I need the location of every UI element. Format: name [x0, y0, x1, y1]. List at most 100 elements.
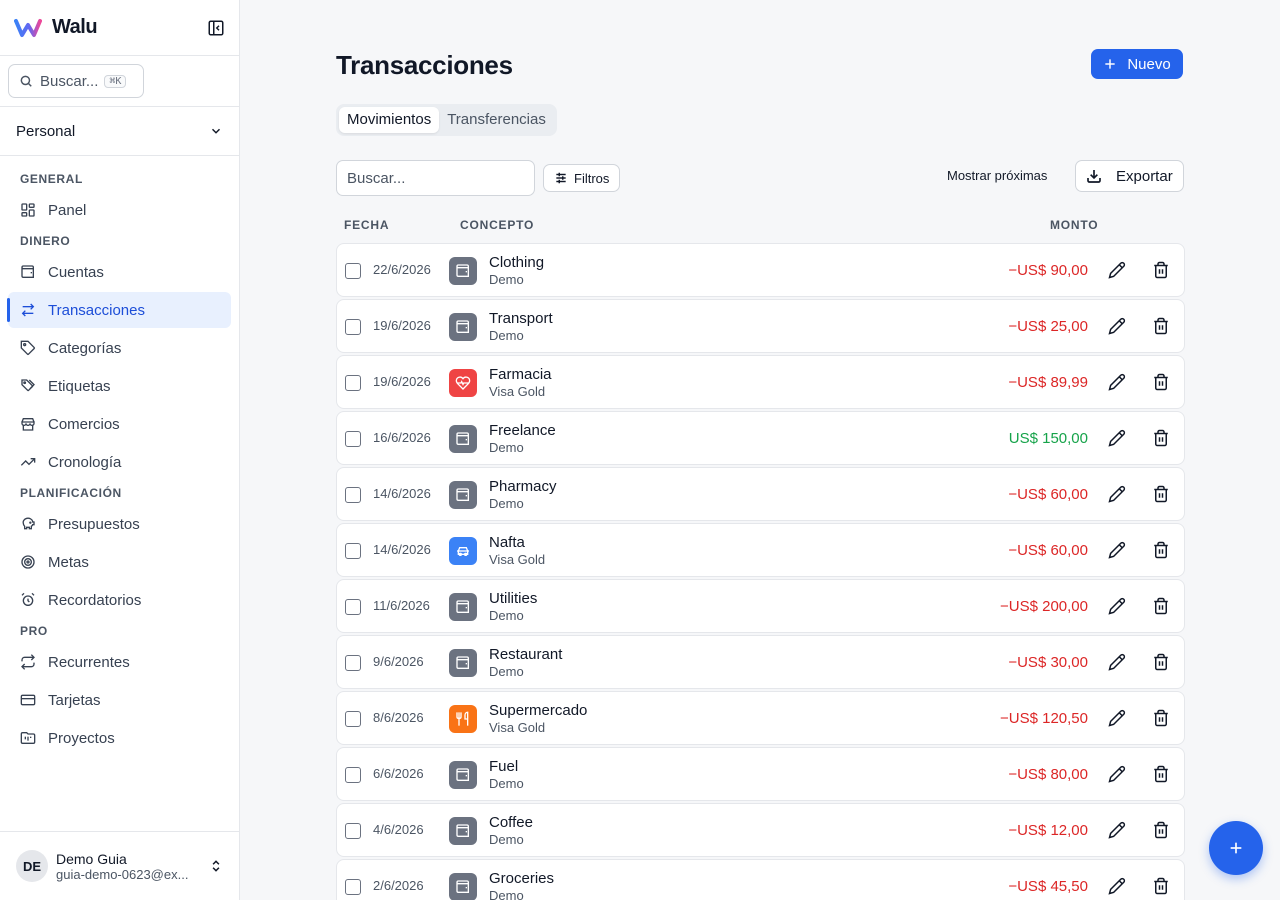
sidebar-item-panel[interactable]: Panel — [8, 192, 231, 228]
delete-button[interactable] — [1152, 877, 1170, 895]
workspace-selector[interactable]: Personal — [0, 107, 239, 156]
table-row[interactable]: 19/6/2026 Farmacia Visa Gold −US$ 89,99 — [336, 355, 1185, 409]
delete-button[interactable] — [1152, 373, 1170, 391]
sidebar-item-proyectos[interactable]: Proyectos — [8, 720, 231, 756]
category-badge — [449, 817, 477, 845]
row-checkbox[interactable] — [345, 655, 361, 671]
user-menu[interactable]: DE Demo Guia guia-demo-0623@ex... — [0, 831, 239, 900]
delete-button[interactable] — [1152, 317, 1170, 335]
table-row[interactable]: 19/6/2026 Transport Demo −US$ 25,00 — [336, 299, 1185, 353]
show-upcoming-toggle[interactable]: Mostrar próximas — [947, 168, 1047, 183]
sidebar-collapse-icon[interactable] — [207, 19, 225, 37]
user-name: Demo Guia — [56, 850, 127, 867]
sidebar-item-presupuestos[interactable]: Presupuestos — [8, 506, 231, 542]
table-row[interactable]: 14/6/2026 Nafta Visa Gold −US$ 60,00 — [336, 523, 1185, 577]
table-row[interactable]: 11/6/2026 Utilities Demo −US$ 200,00 — [336, 579, 1185, 633]
nav-section-dinero: DINERO — [20, 234, 71, 248]
row-date: 8/6/2026 — [373, 710, 424, 725]
wallet-icon — [456, 432, 469, 445]
edit-button[interactable] — [1108, 653, 1126, 671]
edit-button[interactable] — [1108, 597, 1126, 615]
layout-dashboard-icon — [21, 203, 35, 217]
category-badge — [449, 313, 477, 341]
delete-button[interactable] — [1152, 821, 1170, 839]
edit-button[interactable] — [1108, 317, 1126, 335]
sidebar-item-transacciones[interactable]: Transacciones — [7, 292, 231, 328]
sidebar-search-button[interactable]: Buscar... ⌘K — [8, 64, 144, 98]
quick-add-fab[interactable] — [1209, 821, 1263, 875]
edit-button[interactable] — [1108, 261, 1126, 279]
sidebar-item-label: Transacciones — [48, 301, 145, 319]
table-row[interactable]: 16/6/2026 Freelance Demo US$ 150,00 — [336, 411, 1185, 465]
row-checkbox[interactable] — [345, 487, 361, 503]
sidebar-item-metas[interactable]: Metas — [8, 544, 231, 580]
target-icon — [21, 555, 35, 569]
table-row[interactable]: 8/6/2026 Supermercado Visa Gold −US$ 120,50 — [336, 691, 1185, 745]
edit-button[interactable] — [1108, 877, 1126, 895]
table-row[interactable]: 14/6/2026 Pharmacy Demo −US$ 60,00 — [336, 467, 1185, 521]
edit-button[interactable] — [1108, 821, 1126, 839]
row-checkbox[interactable] — [345, 711, 361, 727]
wallet-icon — [456, 600, 469, 613]
wallet-icon — [456, 880, 469, 893]
row-checkbox[interactable] — [345, 767, 361, 783]
edit-button[interactable] — [1108, 429, 1126, 447]
delete-button[interactable] — [1152, 541, 1170, 559]
sidebar-item-recordatorios[interactable]: Recordatorios — [8, 582, 231, 618]
column-header-concept[interactable]: CONCEPTO — [460, 218, 534, 232]
edit-button[interactable] — [1108, 541, 1126, 559]
sidebar-item-cronologia[interactable]: Cronología — [8, 444, 231, 480]
table-row[interactable]: 9/6/2026 Restaurant Demo −US$ 30,00 — [336, 635, 1185, 689]
row-checkbox[interactable] — [345, 319, 361, 335]
row-amount: −US$ 90,00 — [1008, 262, 1088, 279]
filters-button[interactable]: Filtros — [543, 164, 621, 192]
sidebar-item-recurrentes[interactable]: Recurrentes — [8, 644, 231, 680]
table-row[interactable]: 22/6/2026 Clothing Demo −US$ 90,00 — [336, 243, 1185, 297]
nav-section-planificacion: PLANIFICACIÓN — [20, 486, 122, 500]
sidebar-item-categorias[interactable]: Categorías — [8, 330, 231, 366]
new-transaction-button[interactable]: Nuevo — [1091, 49, 1183, 79]
row-checkbox[interactable] — [345, 543, 361, 559]
edit-button[interactable] — [1108, 765, 1126, 783]
app-name: Walu — [52, 16, 98, 38]
delete-button[interactable] — [1152, 261, 1170, 279]
car-icon — [457, 547, 469, 556]
transactions-search-input[interactable] — [336, 160, 535, 196]
delete-button[interactable] — [1152, 709, 1170, 727]
row-checkbox[interactable] — [345, 879, 361, 895]
sidebar-item-cuentas[interactable]: Cuentas — [8, 254, 231, 290]
row-account: Demo — [489, 664, 524, 679]
column-header-date[interactable]: FECHA — [344, 218, 389, 232]
delete-button[interactable] — [1152, 597, 1170, 615]
export-button[interactable]: Exportar — [1075, 160, 1184, 192]
sidebar-item-etiquetas[interactable]: Etiquetas — [8, 368, 231, 404]
tag-icon — [20, 340, 36, 356]
row-checkbox[interactable] — [345, 823, 361, 839]
row-checkbox[interactable] — [345, 599, 361, 615]
sidebar-item-tarjetas[interactable]: Tarjetas — [8, 682, 231, 718]
row-checkbox[interactable] — [345, 431, 361, 447]
table-row[interactable]: 2/6/2026 Groceries Demo −US$ 45,50 — [336, 859, 1185, 900]
column-header-amount[interactable]: MONTO — [1050, 218, 1098, 232]
table-row[interactable]: 6/6/2026 Fuel Demo −US$ 80,00 — [336, 747, 1185, 801]
row-checkbox[interactable] — [345, 263, 361, 279]
sidebar-item-label: Tarjetas — [48, 691, 101, 709]
delete-button[interactable] — [1152, 485, 1170, 503]
row-date: 16/6/2026 — [373, 430, 431, 445]
trash-icon — [1154, 877, 1168, 895]
edit-button[interactable] — [1108, 485, 1126, 503]
edit-button[interactable] — [1108, 373, 1126, 391]
delete-button[interactable] — [1152, 429, 1170, 447]
transactions-list: 22/6/2026 Clothing Demo −US$ 90,00 19/6/2026… — [336, 243, 1185, 900]
row-checkbox[interactable] — [345, 375, 361, 391]
table-row[interactable]: 4/6/2026 Coffee Demo −US$ 12,00 — [336, 803, 1185, 857]
tab-movimientos[interactable]: Movimientos — [339, 107, 440, 133]
edit-button[interactable] — [1108, 709, 1126, 727]
delete-button[interactable] — [1152, 653, 1170, 671]
pencil-icon — [1108, 709, 1126, 727]
sidebar-item-label: Cuentas — [48, 263, 104, 281]
sidebar-item-comercios[interactable]: Comercios — [8, 406, 231, 442]
tab-transferencias[interactable]: Transferencias — [439, 107, 554, 133]
alarm-clock-icon — [21, 592, 35, 606]
delete-button[interactable] — [1152, 765, 1170, 783]
